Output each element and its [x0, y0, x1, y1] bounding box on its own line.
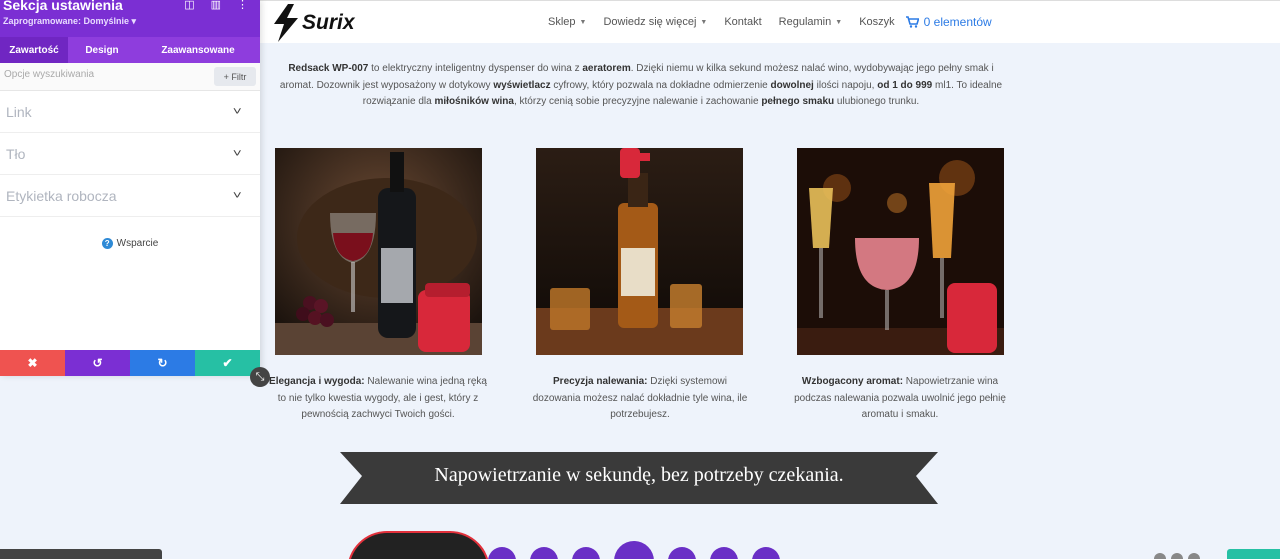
settings-dot-button[interactable]	[1171, 553, 1183, 559]
feature-circle-icon	[710, 547, 738, 559]
intro-bold: Redsack WP-007	[288, 63, 369, 74]
feature-circle-icon	[530, 547, 558, 559]
accordion-link[interactable]: Link ˅	[0, 91, 260, 133]
help-icon: ?	[101, 238, 113, 249]
accordion-label: Etykietka robocza	[6, 187, 117, 204]
feature-circle-icon	[488, 547, 516, 559]
page-settings-buttons	[1154, 553, 1200, 559]
site-header: Surix Sklep ▼ Dowiedz się więcej ▼ Kontakt…	[260, 0, 1280, 43]
panel-header[interactable]: Sekcja ustawienia Zaprogramowane: Domyśl…	[0, 0, 260, 37]
nav-cart[interactable]: Koszyk	[859, 15, 894, 29]
cocktails-image	[797, 148, 1004, 355]
settings-dot-button[interactable]	[1154, 553, 1166, 559]
intro-paragraph: Redsack WP-007 to elektryczny inteligent…	[272, 61, 1010, 111]
feature-icons-row	[488, 541, 780, 559]
nav-label: Sklep	[548, 16, 576, 28]
chevron-down-icon: ˅	[232, 105, 242, 118]
tab-advanced[interactable]: Zaawansowane	[136, 37, 260, 63]
chevron-down-icon: ˅	[232, 189, 242, 202]
columns-icon[interactable]: ▥	[211, 0, 221, 11]
nav-label: Kontakt	[724, 16, 762, 28]
nav-label: Koszyk	[859, 16, 895, 28]
redo-button[interactable]: ↻	[130, 350, 195, 376]
chevron-down-icon: ▼	[835, 18, 843, 26]
filter-button[interactable]: + Filtr	[214, 67, 256, 86]
intro-text: ilości napoju,	[813, 79, 878, 91]
banner-heading: Napowietrzanie w sekundę, bez potrzeby c…	[434, 463, 844, 486]
feature-title: Elegancja i wygoda:	[269, 376, 365, 387]
feature-circle-icon	[752, 547, 780, 559]
save-page-button[interactable]	[1227, 549, 1280, 559]
resize-handle-icon[interactable]: ⤡	[250, 367, 270, 387]
accordion-label: Link	[6, 103, 32, 120]
nav-contact[interactable]: Kontakt	[724, 15, 761, 29]
feature-circle-icon	[668, 547, 696, 559]
tab-design[interactable]: Design	[68, 37, 136, 63]
feature-title: Precyzja nalewania:	[553, 376, 648, 387]
nav-label: Regulamin	[778, 16, 832, 28]
whisky-bottle-image	[536, 148, 743, 355]
panel-footer: ✖ ↺ ↻ ✔	[0, 350, 260, 376]
intro-bold: dowolnej	[770, 79, 814, 91]
dispenser-display-image	[347, 531, 490, 559]
nav-terms[interactable]: Regulamin ▼	[779, 15, 843, 29]
main-nav: Sklep ▼ Dowiedz się więcej ▼ Kontakt Regul…	[548, 15, 992, 29]
feature-title: Wzbogacony aromat:	[801, 376, 904, 387]
check-icon: ✔	[222, 356, 233, 370]
site-logo[interactable]: Surix	[272, 4, 355, 42]
expand-icon[interactable]: ◫	[184, 0, 194, 11]
cart-icon	[905, 16, 919, 28]
chevron-down-icon: ▼	[700, 18, 708, 26]
accordion-background[interactable]: Tło ˅	[0, 133, 260, 175]
support-link[interactable]: ? Wsparcie	[0, 238, 260, 249]
tab-content[interactable]: Zawartość	[0, 37, 68, 63]
accordion-admin-label[interactable]: Etykietka robocza ˅	[0, 175, 260, 217]
intro-bold: miłośników wina	[434, 96, 514, 107]
panel-title: Sekcja ustawienia	[3, 0, 123, 13]
chevron-down-icon: ▼	[579, 18, 587, 26]
support-label: Wsparcie	[116, 238, 159, 249]
feature-circle-icon	[572, 547, 600, 559]
close-icon: ✖	[27, 356, 38, 370]
more-options-icon[interactable]: ⋮	[237, 0, 248, 11]
intro-text: cyfrowy, który pozwala na dokładne odmie…	[550, 79, 771, 91]
intro-text: to elektryczny inteligentny dyspenser do…	[368, 63, 583, 74]
search-input[interactable]	[4, 69, 204, 80]
wine-bottle-image	[275, 148, 482, 355]
undo-icon: ↺	[92, 356, 103, 370]
chevron-down-icon: ˅	[232, 147, 242, 160]
feature-text: Elegancja i wygoda: Nalewanie wina jedną…	[269, 374, 487, 424]
bottom-toolbar[interactable]	[0, 549, 162, 559]
logo-text: Surix	[302, 11, 355, 34]
intro-bold: aeratorem	[582, 63, 631, 74]
nav-learn-more[interactable]: Dowiedz się więcej ▼	[603, 15, 707, 29]
feature-text: Wzbogacony aromat: Napowietrzanie wina p…	[791, 374, 1009, 424]
nav-label: Dowiedz się więcej	[603, 16, 697, 28]
nav-shop[interactable]: Sklep ▼	[548, 15, 586, 29]
intro-bold: pełnego smaku	[761, 96, 835, 107]
lightning-logo-icon	[274, 4, 298, 42]
intro-bold: wyświetlacz	[493, 79, 551, 91]
redo-icon: ↻	[157, 356, 168, 370]
accordion-label: Tło	[6, 145, 26, 162]
settings-dot-button[interactable]	[1188, 553, 1200, 559]
panel-tabs: Zawartość Design Zaawansowane	[0, 37, 260, 63]
cart-count: 0 elementów	[923, 15, 992, 29]
intro-text: , którzy cenią sobie precyzyjne nalewani…	[513, 96, 762, 107]
feature-circle-icon	[614, 541, 654, 559]
settings-panel: Sekcja ustawienia Zaprogramowane: Domyśl…	[0, 0, 260, 376]
search-row: + Filtr	[0, 63, 260, 91]
intro-bold: od 1 do 999	[877, 79, 933, 91]
preset-dropdown[interactable]: Zaprogramowane: Domyślnie ▾	[3, 16, 136, 27]
undo-button[interactable]: ↺	[65, 350, 130, 376]
cart-link[interactable]: 0 elementów	[905, 15, 992, 29]
intro-text: ulubionego trunku.	[834, 96, 920, 107]
cancel-button[interactable]: ✖	[0, 350, 65, 376]
feature-text: Precyzja nalewania: Dzięki systemowi doz…	[531, 374, 749, 424]
